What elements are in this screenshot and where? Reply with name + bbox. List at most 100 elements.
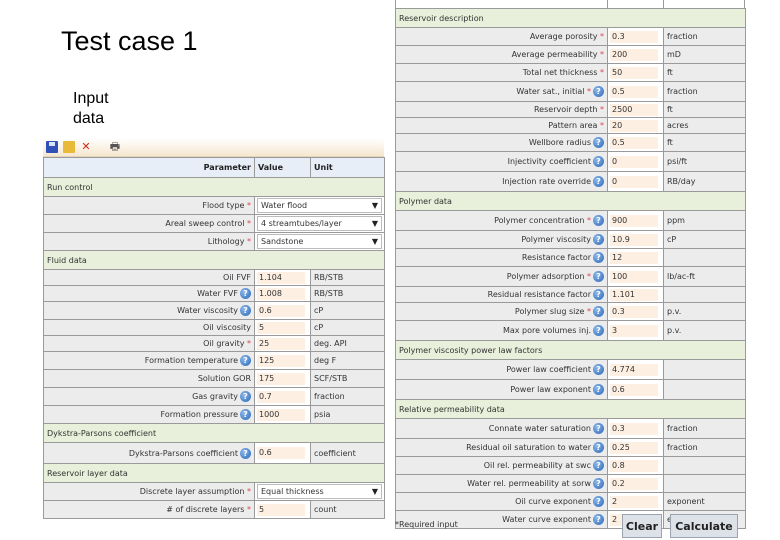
help-icon[interactable]: ? — [240, 447, 251, 459]
help-icon[interactable]: ? — [593, 137, 604, 148]
help-icon[interactable]: ? — [593, 252, 604, 263]
help-icon[interactable]: ? — [593, 234, 604, 245]
help-icon[interactable]: ? — [593, 460, 604, 471]
porosity-input[interactable] — [610, 30, 658, 43]
help-icon[interactable]: ? — [593, 442, 604, 453]
unit-label: fraction — [662, 438, 747, 457]
param-label: Polymer slug size — [514, 307, 585, 316]
gas-gravity-input[interactable] — [257, 390, 305, 403]
oil-curve-exponent-input[interactable] — [610, 495, 658, 508]
help-icon[interactable]: ? — [240, 288, 251, 299]
table-row: Areal sweep control * 4 streamtubes/laye… — [43, 214, 385, 233]
formation-temperature-input[interactable] — [257, 354, 305, 367]
injection-rate-override-input[interactable] — [610, 175, 658, 188]
dykstra-parsons-input[interactable] — [257, 447, 305, 459]
connate-water-input[interactable] — [610, 422, 658, 435]
polymer-viscosity-input[interactable] — [610, 233, 658, 246]
help-icon[interactable]: ? — [593, 496, 604, 507]
oil-relperm-input[interactable] — [610, 459, 658, 472]
water-sat-initial-input[interactable] — [610, 85, 658, 98]
unit-label — [662, 379, 747, 400]
param-label: Dykstra-Parsons coefficient — [128, 448, 238, 458]
solution-gor-input[interactable] — [257, 372, 305, 385]
open-folder-icon[interactable] — [63, 141, 75, 153]
required-marker: * — [247, 339, 251, 348]
param-label: Discrete layer assumption — [139, 487, 245, 496]
print-icon[interactable]: 🖶 — [109, 141, 121, 153]
unit-label — [662, 359, 747, 380]
unit-label: ft — [662, 101, 747, 118]
param-label: Reservoir depth — [533, 105, 598, 114]
param-label: Oil viscosity — [203, 323, 251, 332]
pattern-area-input[interactable] — [610, 119, 658, 132]
unit-label: acres — [662, 117, 747, 134]
slug-size-input[interactable] — [610, 305, 658, 318]
help-icon[interactable]: ? — [593, 384, 604, 395]
residual-resistance-input[interactable] — [610, 288, 658, 301]
param-label: Water FVF — [197, 289, 238, 298]
power-law-coefficient-input[interactable] — [610, 363, 658, 376]
reservoir-depth-input[interactable] — [610, 103, 658, 116]
wellbore-radius-input[interactable] — [610, 136, 658, 149]
injectivity-input[interactable] — [610, 155, 658, 168]
select-value: Sandstone — [261, 237, 304, 246]
residual-oil-input[interactable] — [610, 441, 658, 454]
resistance-factor-input[interactable] — [610, 251, 658, 264]
help-icon[interactable]: ? — [593, 306, 604, 317]
power-law-exponent-input[interactable] — [610, 383, 658, 396]
help-icon[interactable]: ? — [593, 364, 604, 375]
section-dykstra-parsons: Dykstra-Parsons coefficient — [43, 423, 385, 443]
water-fvf-input[interactable] — [257, 287, 305, 300]
oil-viscosity-input[interactable] — [257, 321, 305, 334]
unit-label: fraction — [662, 27, 747, 46]
help-icon[interactable]: ? — [240, 409, 251, 420]
param-label: Polymer concentration — [494, 216, 585, 225]
required-marker: * — [587, 216, 591, 225]
water-viscosity-input[interactable] — [257, 304, 305, 317]
help-icon[interactable]: ? — [240, 391, 251, 402]
input-panel-right: Reservoir description Average porosity *… — [394, 8, 747, 529]
areal-sweep-select[interactable]: 4 streamtubes/layer ▼ — [257, 216, 382, 231]
help-icon[interactable]: ? — [240, 305, 251, 316]
polymer-adsorption-input[interactable] — [610, 270, 658, 283]
help-icon[interactable]: ? — [593, 156, 604, 167]
lithology-select[interactable]: Sandstone ▼ — [257, 234, 382, 249]
flood-type-select[interactable]: Water flood ▼ — [257, 198, 382, 213]
delete-icon[interactable]: ✕ — [80, 141, 92, 153]
help-icon[interactable]: ? — [240, 355, 251, 366]
max-pore-volumes-input[interactable] — [610, 324, 658, 337]
formation-pressure-input[interactable] — [257, 408, 305, 421]
unit-label: RB/STB — [310, 285, 385, 302]
oil-fvf-input[interactable] — [257, 271, 305, 284]
required-marker: * — [247, 219, 251, 228]
net-thickness-input[interactable] — [610, 66, 658, 79]
required-marker: * — [600, 50, 604, 59]
help-icon[interactable]: ? — [593, 289, 604, 300]
help-icon[interactable]: ? — [593, 215, 604, 226]
layer-assumption-select[interactable]: Equal thickness ▼ — [257, 484, 382, 499]
clear-button[interactable]: Clear — [622, 514, 662, 538]
water-relperm-input[interactable] — [610, 477, 658, 490]
table-row: Polymer viscosity? cP — [395, 230, 747, 249]
param-label: Total net thickness — [522, 68, 598, 77]
help-icon[interactable]: ? — [593, 423, 604, 434]
help-icon[interactable]: ? — [593, 86, 604, 97]
polymer-concentration-input[interactable] — [610, 214, 658, 227]
calculate-button[interactable]: Calculate — [670, 514, 738, 538]
help-icon[interactable]: ? — [593, 478, 604, 489]
table-row: Water FVF? RB/STB — [43, 285, 385, 302]
permeability-input[interactable] — [610, 48, 658, 61]
unit-label: coefficient — [310, 442, 385, 464]
help-icon[interactable]: ? — [593, 325, 604, 336]
param-label: Water rel. permeability at sorw — [467, 479, 591, 488]
param-label: Power law exponent — [510, 385, 591, 394]
table-row: Polymer adsorption *? lb/ac-ft — [395, 266, 747, 287]
param-label: Oil FVF — [223, 273, 251, 282]
save-icon[interactable] — [46, 141, 58, 153]
help-icon[interactable]: ? — [593, 271, 604, 282]
section-relative-permeability: Relative permeability data — [394, 399, 747, 419]
discrete-layers-input[interactable] — [257, 503, 305, 516]
param-label: Lithology — [207, 237, 245, 246]
oil-gravity-input[interactable] — [257, 337, 305, 350]
help-icon[interactable]: ? — [593, 176, 604, 187]
